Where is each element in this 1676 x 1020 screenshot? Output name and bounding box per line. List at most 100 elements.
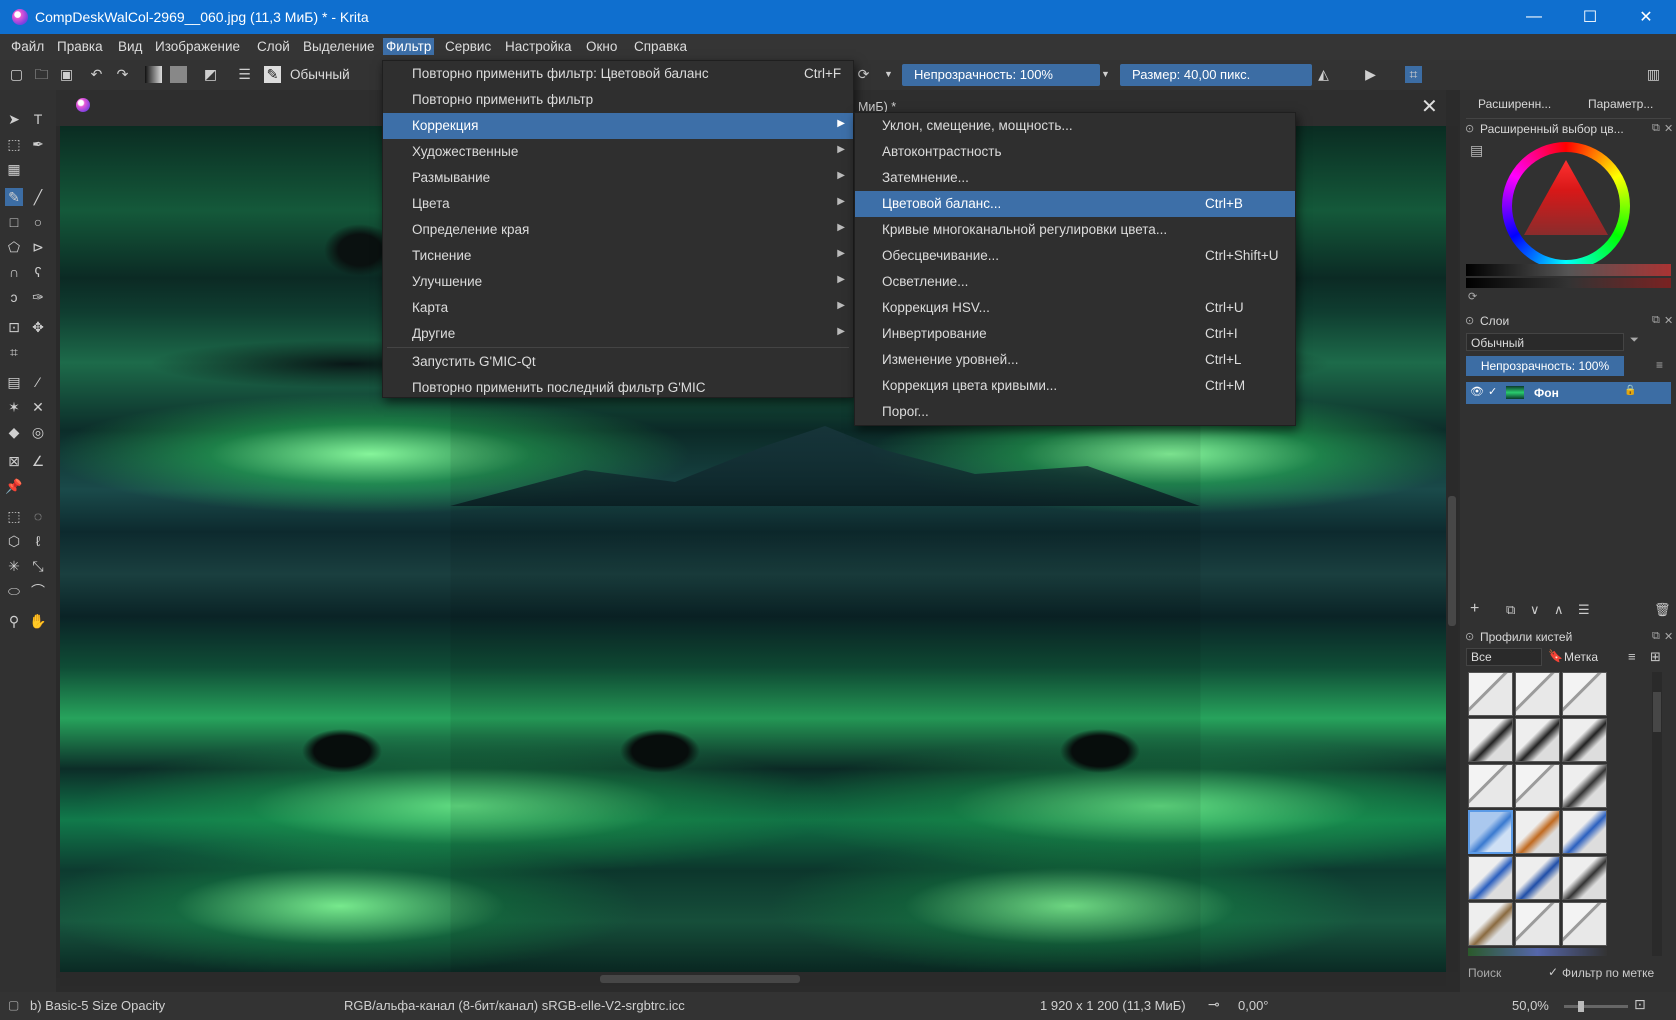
brush-preset-1[interactable] (1468, 672, 1513, 716)
brush-preset-6[interactable] (1562, 718, 1607, 762)
menu-item-burn[interactable]: Затемнение... (855, 165, 1295, 191)
bezier-select-tool-icon[interactable]: ⬭ (5, 582, 23, 600)
brush-preset-3[interactable] (1562, 672, 1607, 716)
menu-item-levels[interactable]: Изменение уровней... Ctrl+L (855, 347, 1295, 373)
dynamic-brush-tool-icon[interactable]: ↄ (5, 288, 23, 306)
delete-layer-icon[interactable]: 🗑 (1654, 602, 1671, 618)
menu-item-reapply-filter-named[interactable]: Повторно применить фильтр: Цветовой бала… (383, 61, 853, 87)
canvas-vertical-scrollbar[interactable] (1446, 126, 1458, 972)
ellipse-select-tool-icon[interactable]: ◌ (29, 507, 47, 525)
brush-scrollbar[interactable] (1652, 672, 1662, 956)
layer-menu-icon[interactable]: ≡ (1656, 358, 1663, 372)
brush-preset-11[interactable] (1515, 810, 1560, 854)
size-slider[interactable]: Размер: 40,00 пикс. (1120, 64, 1312, 86)
brush-preset-14[interactable] (1515, 856, 1560, 900)
menu-item-color-balance[interactable]: Цветовой баланс... Ctrl+B (855, 191, 1295, 217)
close-document-icon[interactable]: ✕ (1421, 94, 1438, 119)
menu-item-reapply-filter[interactable]: Повторно применить фильтр (383, 87, 853, 113)
layer-properties-icon[interactable]: ☰ (1578, 602, 1590, 618)
menu-edit[interactable]: Правка (57, 39, 103, 54)
bezier-tool-icon[interactable]: ∩ (5, 263, 23, 281)
smart-patch-tool-icon[interactable]: ✕ (29, 398, 47, 416)
add-layer-icon[interactable]: + (1470, 600, 1479, 618)
wrap-around-icon[interactable]: ⌗ (1405, 66, 1422, 83)
menu-item-threshold[interactable]: Порог... (855, 399, 1295, 425)
brush-preset-18[interactable] (1562, 902, 1607, 946)
brushes-lock-icon[interactable]: ⊙ (1465, 630, 1474, 643)
move-layer-up-icon[interactable]: ∧ (1554, 602, 1564, 618)
polygon-tool-icon[interactable]: ⬠ (5, 238, 23, 256)
menu-layer[interactable]: Слой (257, 39, 290, 54)
layer-lock-icon[interactable]: 🔒 (1624, 385, 1636, 396)
freehand-select-tool-icon[interactable]: ℓ (29, 532, 47, 550)
menu-item-hsv-adjustment[interactable]: Коррекция HSV... Ctrl+U (855, 295, 1295, 321)
bookmark-icon[interactable]: 🔖 (1548, 649, 1563, 663)
chevron-down-icon[interactable]: ▼ (1097, 66, 1114, 83)
brushes-close-icon[interactable]: ✕ (1664, 630, 1673, 643)
open-folder-icon[interactable]: 🗀 (33, 66, 50, 83)
fill-tool-icon[interactable]: ◆ (5, 423, 23, 441)
rect-select-tool-icon[interactable]: ⬚ (5, 507, 23, 525)
line-tool-icon[interactable]: ╱ (29, 188, 47, 206)
magnetic-select-tool-icon[interactable]: ⌒ (29, 582, 47, 600)
brush-tag-select[interactable]: Метка (1564, 650, 1598, 664)
menu-item-map[interactable]: Карта ▶ (383, 295, 853, 321)
brushes-float-icon[interactable]: ⧉ (1652, 630, 1660, 643)
mirror-vertical-icon[interactable]: ▶ (1362, 66, 1379, 83)
brush-view-icon[interactable]: ≡ (1628, 649, 1636, 664)
new-document-icon[interactable]: ▢ (8, 66, 25, 83)
menu-help[interactable]: Справка (634, 39, 687, 54)
brush-preset-icon[interactable]: ✎ (264, 66, 281, 83)
layers-float-icon[interactable]: ⧉ (1652, 314, 1660, 327)
layer-blend-select[interactable]: Обычный (1466, 333, 1624, 351)
similar-select-tool-icon[interactable]: ⤡ (29, 557, 47, 575)
menu-file[interactable]: Файл (11, 39, 44, 54)
menu-window[interactable]: Окно (586, 39, 617, 54)
color-refresh-icon[interactable]: ⟳ (1468, 290, 1477, 303)
zoom-slider-handle[interactable] (1578, 1001, 1584, 1012)
menu-item-auto-contrast[interactable]: Автоконтрастность (855, 139, 1295, 165)
minimize-button[interactable]: — (1506, 0, 1562, 34)
brush-preset-16[interactable] (1468, 902, 1513, 946)
layer-filter-icon[interactable]: ⏷ (1630, 334, 1639, 347)
menu-view[interactable]: Вид (118, 39, 142, 54)
layer-name[interactable]: Фон (1534, 386, 1559, 400)
brush-scroll-thumb[interactable] (1653, 692, 1661, 732)
brush-preset-row-partial[interactable] (1468, 948, 1607, 956)
menu-item-emboss[interactable]: Тиснение ▶ (383, 243, 853, 269)
canvas-horizontal-scrollbar[interactable] (60, 972, 1446, 986)
layer-visibility-icon[interactable]: 👁 (1470, 385, 1484, 398)
menu-item-run-gmic[interactable]: Запустить G'MIC-Qt (383, 349, 853, 375)
rotation-icon[interactable]: ⊸ (1208, 996, 1220, 1013)
docker-lock-icon[interactable]: ⊙ (1465, 122, 1474, 135)
menu-item-correction[interactable]: Коррекция ▶ (383, 113, 853, 139)
color-swap-icon[interactable]: ◩ (202, 66, 219, 83)
menu-item-edge-detection[interactable]: Определение края ▶ (383, 217, 853, 243)
transform-tool-icon[interactable]: ⊡ (5, 318, 23, 336)
layers-lock-icon[interactable]: ⊙ (1465, 314, 1474, 327)
multibrush-tool-icon[interactable]: ✑ (29, 288, 47, 306)
close-button[interactable]: ✕ (1618, 0, 1674, 34)
brush-preset-2[interactable] (1515, 672, 1560, 716)
color-history-strip[interactable] (1466, 264, 1671, 276)
move-layer-down-icon[interactable]: ∨ (1530, 602, 1540, 618)
zoom-slider[interactable] (1564, 1001, 1628, 1012)
measure-tool-icon[interactable]: ∠ (29, 452, 47, 470)
maximize-button[interactable]: ☐ (1562, 0, 1618, 34)
menu-item-slope-offset-power[interactable]: Уклон, смещение, мощность... (855, 113, 1295, 139)
horizontal-scroll-thumb[interactable] (600, 975, 800, 983)
assistant-tool-icon[interactable]: ⊠ (5, 452, 23, 470)
menu-item-other[interactable]: Другие ▶ (383, 321, 853, 347)
menu-item-blur[interactable]: Размывание ▶ (383, 165, 853, 191)
brush-preset-13[interactable] (1468, 856, 1513, 900)
pan-tool-icon[interactable]: ✋ (29, 612, 47, 630)
color-picker-tool-icon[interactable]: ⁄ (29, 373, 47, 391)
layers-close-icon[interactable]: ✕ (1664, 314, 1673, 327)
fit-screen-icon[interactable]: ⊡ (1634, 996, 1646, 1013)
colorize-mask-tool-icon[interactable]: ✶ (5, 398, 23, 416)
menu-item-artistic[interactable]: Художественные ▶ (383, 139, 853, 165)
color-shade-strip[interactable] (1466, 278, 1671, 288)
brush-preset-12[interactable] (1562, 810, 1607, 854)
docker-float-icon[interactable]: ⧉ (1652, 122, 1660, 135)
reference-images-tool-icon[interactable]: 📌 (5, 477, 23, 495)
